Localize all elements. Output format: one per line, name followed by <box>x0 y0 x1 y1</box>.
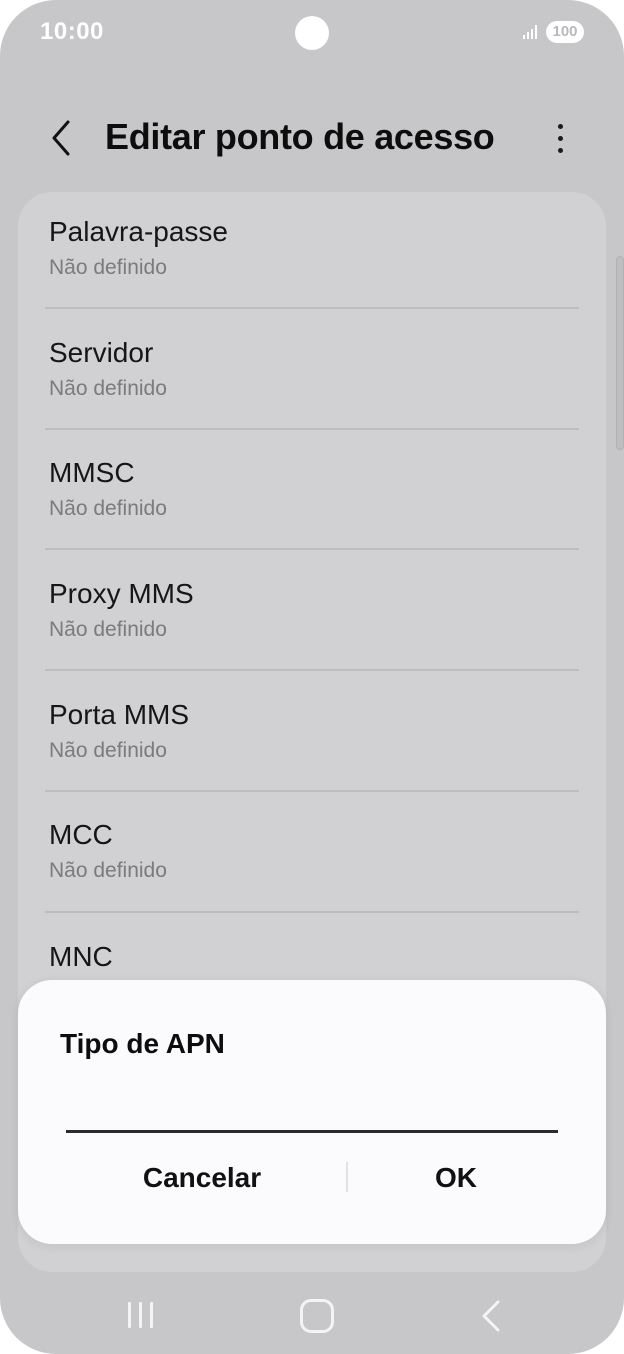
list-item-value: Não definido <box>49 497 167 520</box>
navigation-bar <box>0 1278 624 1354</box>
list-item-porta-mms[interactable]: Porta MMS Não definido <box>18 675 606 795</box>
phone-screen: 10:00 100 Editar ponto de acesso Palavra… <box>0 0 624 1354</box>
list-item-mcc[interactable]: MCC Não definido <box>18 795 606 915</box>
list-item-label: MMSC <box>49 457 135 488</box>
list-item-label: Palavra-passe <box>49 216 228 247</box>
list-item-label: Proxy MMS <box>49 578 194 609</box>
list-item-mmsc[interactable]: MMSC Não definido <box>18 433 606 553</box>
scrollbar[interactable] <box>616 256 624 450</box>
divider <box>45 548 579 550</box>
divider <box>45 307 579 309</box>
list-item-value: Não definido <box>49 377 167 400</box>
divider <box>45 669 579 671</box>
signal-icon <box>523 25 537 39</box>
cancel-button[interactable]: Cancelar <box>82 1148 322 1208</box>
camera-cutout <box>295 16 329 50</box>
status-bar: 10:00 100 <box>0 0 624 66</box>
status-time: 10:00 <box>40 18 104 45</box>
page-title: Editar ponto de acesso <box>105 116 495 157</box>
divider <box>45 790 579 792</box>
list-item-servidor[interactable]: Servidor Não definido <box>18 313 606 433</box>
list-item-label: Servidor <box>49 337 154 368</box>
home-icon[interactable] <box>300 1299 334 1333</box>
list-item-value: Não definido <box>49 618 167 641</box>
list-item-label: Porta MMS <box>49 699 190 730</box>
back-arrow-icon[interactable] <box>40 116 84 160</box>
divider <box>45 428 579 430</box>
apn-type-dialog: Tipo de APN Cancelar OK <box>18 980 606 1244</box>
list-item-label: MCC <box>49 819 113 850</box>
apn-type-input[interactable] <box>66 1080 558 1133</box>
list-item-value: Não definido <box>49 739 167 762</box>
more-options-icon[interactable] <box>540 116 580 160</box>
recent-apps-icon[interactable] <box>126 1300 156 1330</box>
list-item-value: Não definido <box>49 859 167 882</box>
list-item-palavra-passe[interactable]: Palavra-passe Não definido <box>18 192 606 312</box>
battery-icon: 100 <box>546 21 584 43</box>
divider <box>45 911 579 913</box>
dialog-title: Tipo de APN <box>60 1028 225 1059</box>
list-item-label: MNC <box>49 941 113 972</box>
nav-back-icon[interactable] <box>478 1298 504 1334</box>
app-bar: Editar ponto de acesso <box>0 100 624 180</box>
list-item-proxy-mms[interactable]: Proxy MMS Não definido <box>18 554 606 674</box>
list-item-value: Não definido <box>49 256 167 279</box>
ok-button[interactable]: OK <box>336 1148 576 1208</box>
